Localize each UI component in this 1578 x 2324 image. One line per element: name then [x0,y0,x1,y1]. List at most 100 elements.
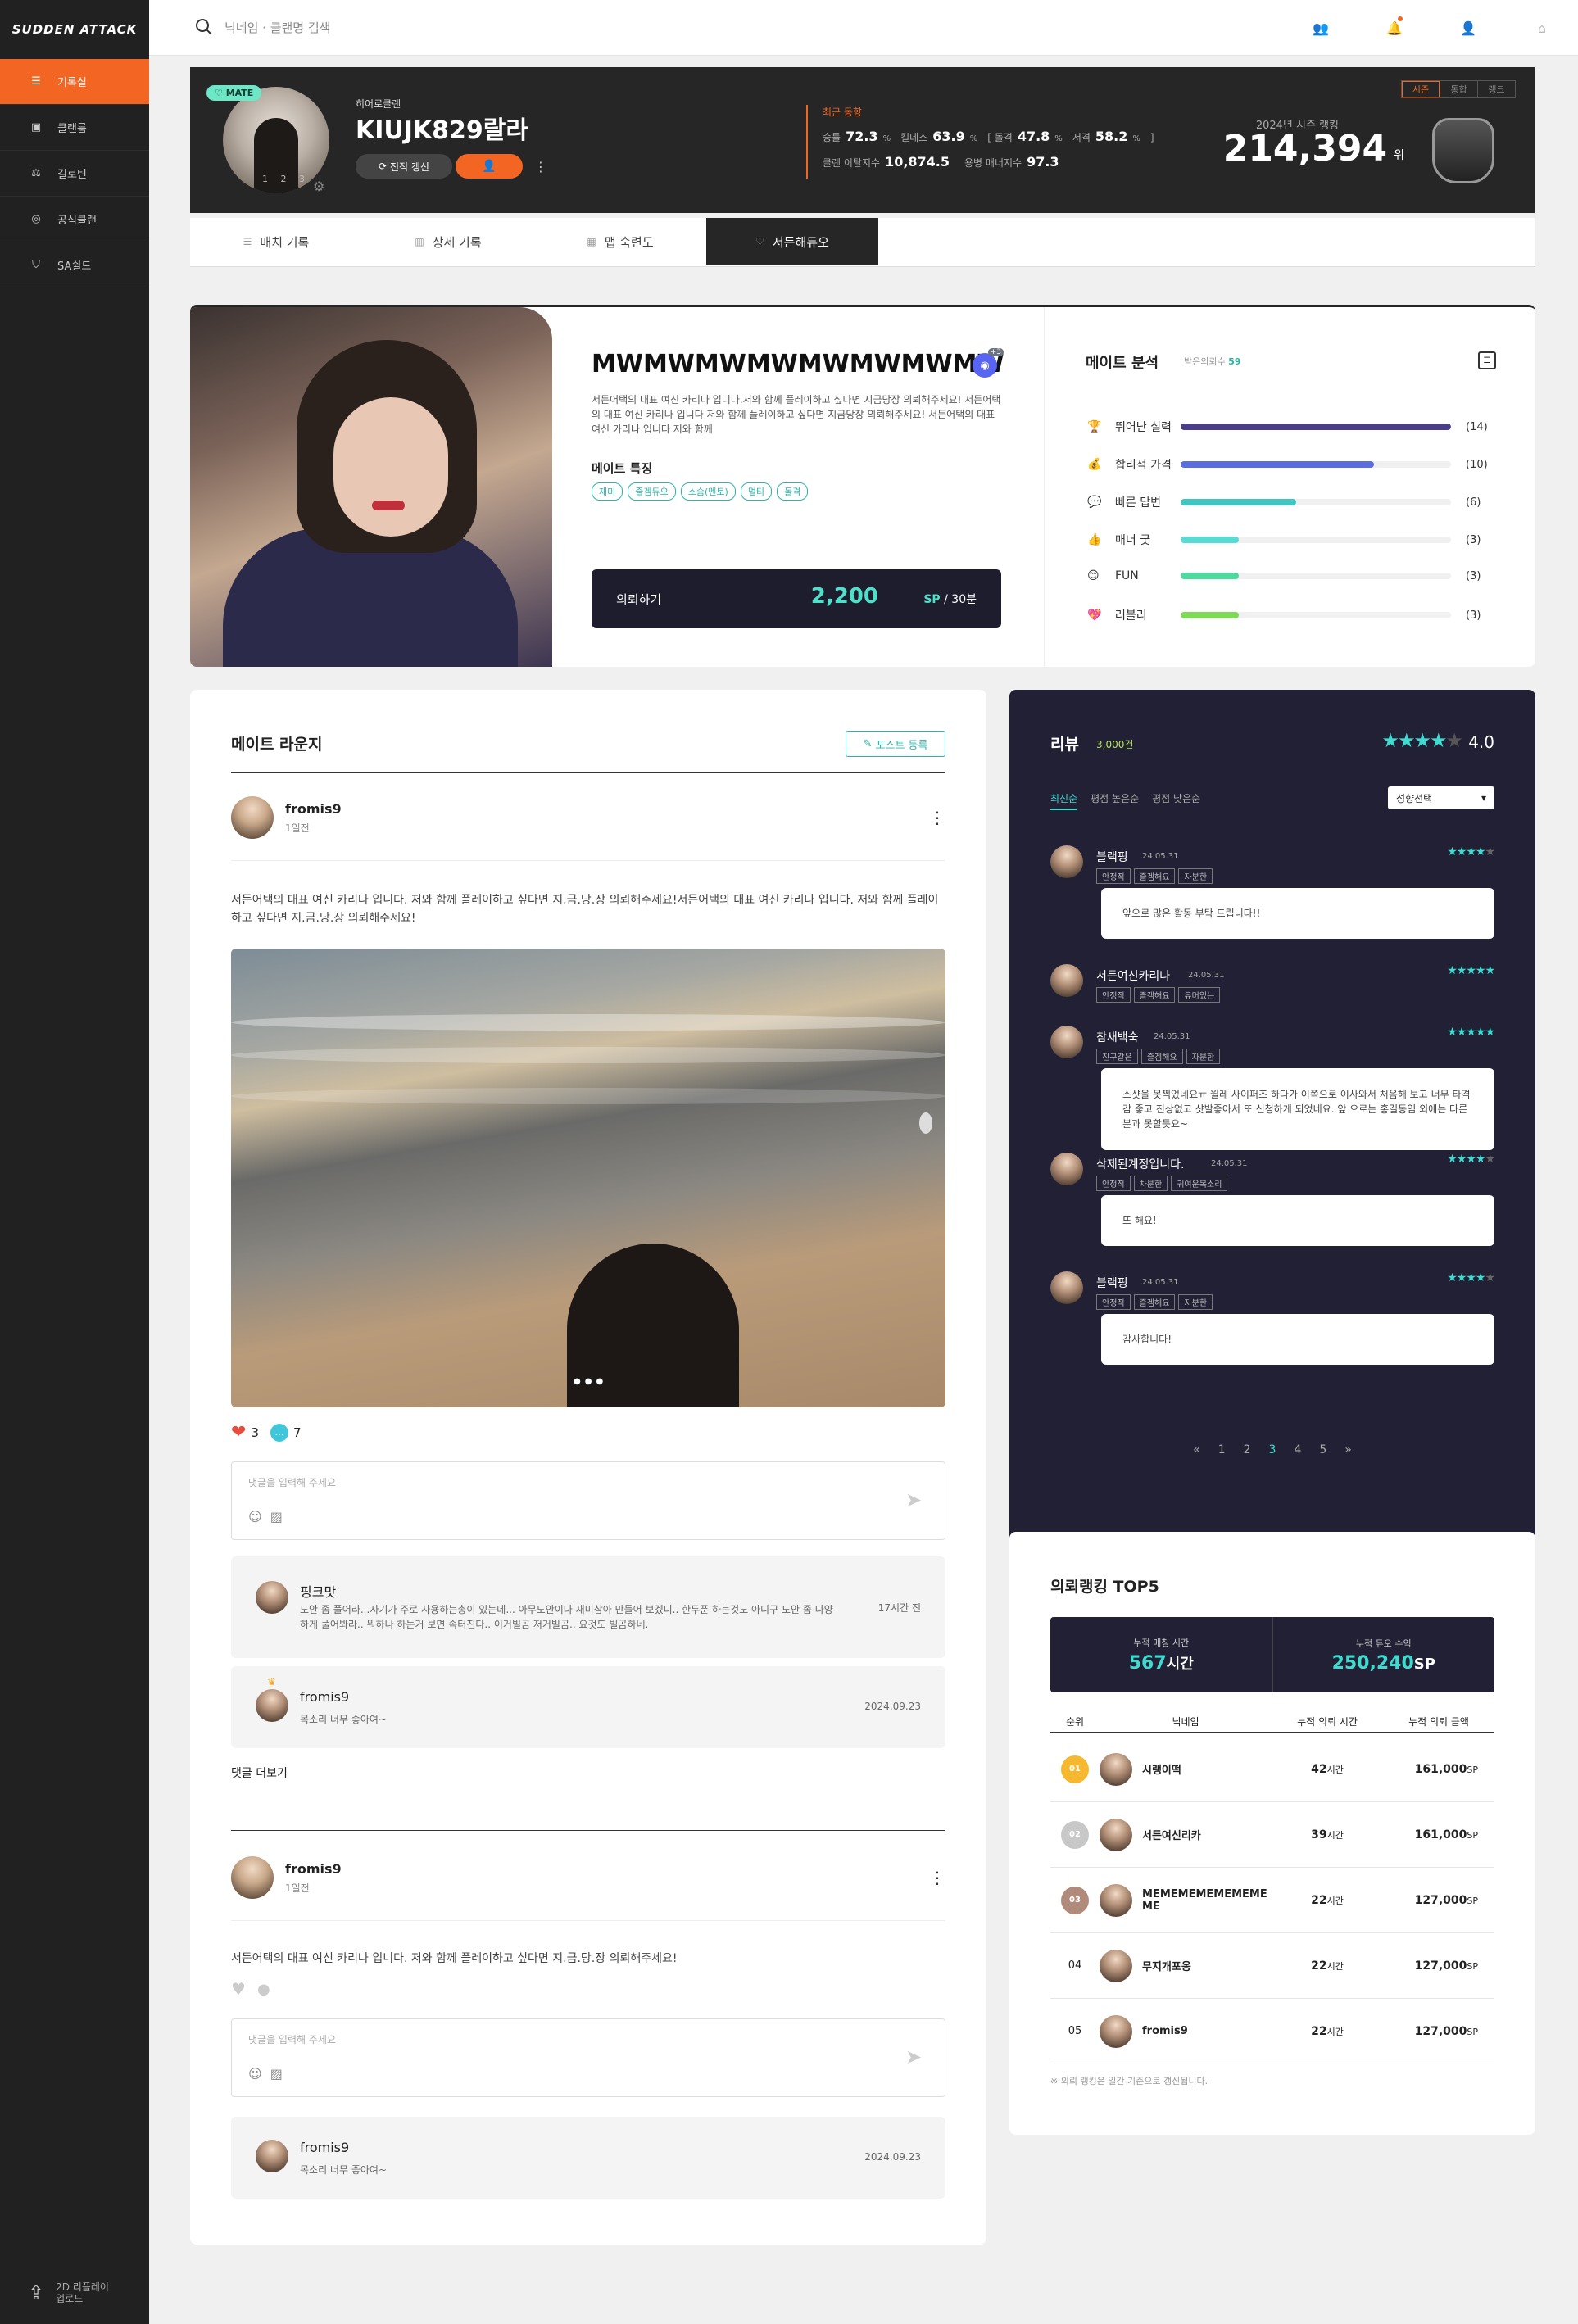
sidebar-item-official-clan[interactable]: ◎ 공식클랜 [0,197,149,242]
tab-rating-high[interactable]: 평점 높은순 [1091,791,1139,810]
emoji-icon[interactable]: ☺ [248,1509,270,1524]
tab-rank[interactable]: 랭크 [1477,81,1515,97]
avatar[interactable] [256,1689,288,1722]
gear-icon[interactable]: ⚙ [313,179,324,194]
emoji-icon[interactable]: ☺ [248,2066,270,2082]
tab-map-mastery[interactable]: ▦ 맵 숙련도 [534,218,706,265]
sidebar-item-records[interactable]: ☰ 기록실 [0,59,149,105]
more-comments-link[interactable]: 댓글 더보기 [231,1765,288,1781]
tab-season[interactable]: 시즌 [1402,81,1440,97]
request-button[interactable]: 의뢰하기 2,200 SP / 30분 [592,569,1001,628]
tab-detail-record[interactable]: ▥ 상세 기록 [362,218,534,265]
comment-icon[interactable]: ● [257,1981,270,1998]
ranker-hours: 22시간 [1311,1959,1344,1973]
avatar[interactable] [1100,1752,1132,1786]
analysis-bar-fill [1181,461,1374,468]
avatar[interactable] [1100,1818,1132,1851]
send-icon[interactable]: ➤ [905,2045,928,2068]
image-icon[interactable]: ▨ [270,2066,291,2082]
image-icon[interactable]: ▨ [270,1509,291,1524]
sidebar-item-guillotine[interactable]: ⚖ 길로틴 [0,151,149,197]
avatar[interactable] [1050,1153,1083,1185]
brand-logo[interactable]: SUDDEN ATTACK [0,0,149,59]
reviewer-name[interactable]: 참새백숙 [1096,1029,1139,1045]
tab-rating-low[interactable]: 평점 낮은순 [1152,791,1200,810]
ranker-name[interactable]: 서든여신리카 [1142,1827,1201,1842]
avatar[interactable] [1100,2014,1132,2048]
add-friend-button[interactable]: 👤 [456,154,523,179]
page-link[interactable]: » [1344,1443,1352,1456]
ranking-row[interactable]: 01 시랭이떡 42시간 161,000SP [1050,1737,1494,1802]
comment-icon[interactable]: … [270,1423,288,1442]
search-input[interactable]: 닉네임 · 클랜명 검색 [224,19,330,36]
add-post-button[interactable]: ✎ 포스트 등록 [846,731,945,757]
mate-photo[interactable] [190,307,552,667]
avatar[interactable] [231,1856,274,1899]
avatar[interactable] [256,2140,288,2172]
page-link[interactable]: 2 [1244,1443,1251,1456]
post-image[interactable]: ●●● [231,949,945,1407]
tab-sudden-duo[interactable]: ♡ 서든해듀오 [706,218,878,265]
more-menu-icon[interactable]: ⋮ [929,1868,945,1887]
home-icon[interactable]: ⌂ [1530,16,1553,39]
tendency-select[interactable]: 성향선택 ▾ [1388,786,1494,809]
discord-icon[interactable]: ◉ +3 [973,348,1004,378]
page-link[interactable]: 5 [1319,1443,1326,1456]
comment-author[interactable]: fromis9 [300,2140,349,2155]
friends-icon[interactable]: 👥 [1309,16,1332,39]
image-pager-dots[interactable]: ●●● [574,1377,607,1386]
page-link[interactable]: 1 [1218,1443,1226,1456]
comment-author[interactable]: fromis9 [300,1689,349,1705]
reviewer-name[interactable]: 서든여신카리나 [1096,967,1170,984]
ranking-row[interactable]: 02 서든여신리카 39시간 161,000SP [1050,1802,1494,1868]
post-author[interactable]: fromis9 [285,801,342,817]
analysis-item: 💬 빠른 답변 (6) [1087,494,1497,510]
heart-icon[interactable]: ♥ [231,1979,246,1999]
refresh-record-button[interactable]: ⟳ 전적 갱신 [356,154,452,179]
avatar[interactable] [256,1581,288,1614]
reviewer-name[interactable]: 블랙핑 [1096,1275,1128,1291]
tab-match-record[interactable]: ☰ 매치 기록 [190,218,362,265]
bell-icon[interactable]: 🔔 [1383,16,1406,39]
heart-icon[interactable]: ❤ [231,1422,246,1443]
comment-author[interactable]: 핑크맛 [300,1581,336,1601]
ranker-name[interactable]: MEMEMEMEMEMEMEME [1142,1888,1272,1913]
document-icon[interactable]: ☰ [1478,351,1496,369]
replay-upload-button[interactable]: ⇪ 2D 리플레이 업로드 [28,2281,109,2304]
avatar[interactable] [1050,1271,1083,1304]
page-link[interactable]: 4 [1294,1443,1301,1456]
ranker-name[interactable]: fromis9 [1142,2025,1188,2037]
avatar[interactable] [1100,1883,1132,1917]
ranking-row[interactable]: 03 MEMEMEMEMEMEMEME 22시간 127,000SP [1050,1868,1494,1933]
ranker-name[interactable]: 무지개포옹 [1142,1958,1191,1973]
avatar[interactable] [1050,1026,1083,1058]
comment-input[interactable]: 댓글을 입력해 주세요 ☺▨ ➤ [231,2018,945,2097]
clan-name[interactable]: 히어로클랜 [356,97,401,111]
sidebar-item-sa-shield[interactable]: ⛉ SA쉴드 [0,242,149,288]
user-icon[interactable]: 👤 [1457,16,1480,39]
comment-input[interactable]: 댓글을 입력해 주세요 ☺▨ ➤ [231,1461,945,1540]
avatar[interactable] [1100,1949,1132,1982]
analysis-bar [1181,424,1451,430]
more-menu-icon[interactable]: ⋮ [534,159,547,174]
send-icon[interactable]: ➤ [905,1488,928,1511]
request-label: 의뢰하기 [616,592,662,607]
avatar[interactable] [1050,964,1083,997]
tab-latest[interactable]: 최신순 [1050,791,1078,810]
ranking-row[interactable]: 05 fromis9 22시간 127,000SP [1050,1999,1494,2064]
post-author[interactable]: fromis9 [285,1861,342,1877]
sidebar-item-clanroom[interactable]: ▣ 클랜룸 [0,105,149,151]
ranker-name[interactable]: 시랭이떡 [1142,1761,1181,1777]
tab-total[interactable]: 통합 [1440,81,1477,97]
rank-number: 05 [1068,2025,1082,2037]
avatar[interactable] [231,796,274,839]
avatar-pager[interactable]: 1 2 3 [262,174,310,184]
ranking-row[interactable]: 04 무지개포옹 22시간 127,000SP [1050,1933,1494,1999]
page-link[interactable]: 3 [1269,1443,1276,1456]
reviewer-name[interactable]: 삭제된계정입니다. [1096,1156,1185,1172]
search-bar[interactable]: 닉네임 · 클랜명 검색 [195,18,330,36]
reviewer-name[interactable]: 블랙핑 [1096,849,1128,865]
page-link[interactable]: « [1193,1443,1200,1456]
more-menu-icon[interactable]: ⋮ [929,808,945,827]
avatar[interactable] [1050,845,1083,878]
